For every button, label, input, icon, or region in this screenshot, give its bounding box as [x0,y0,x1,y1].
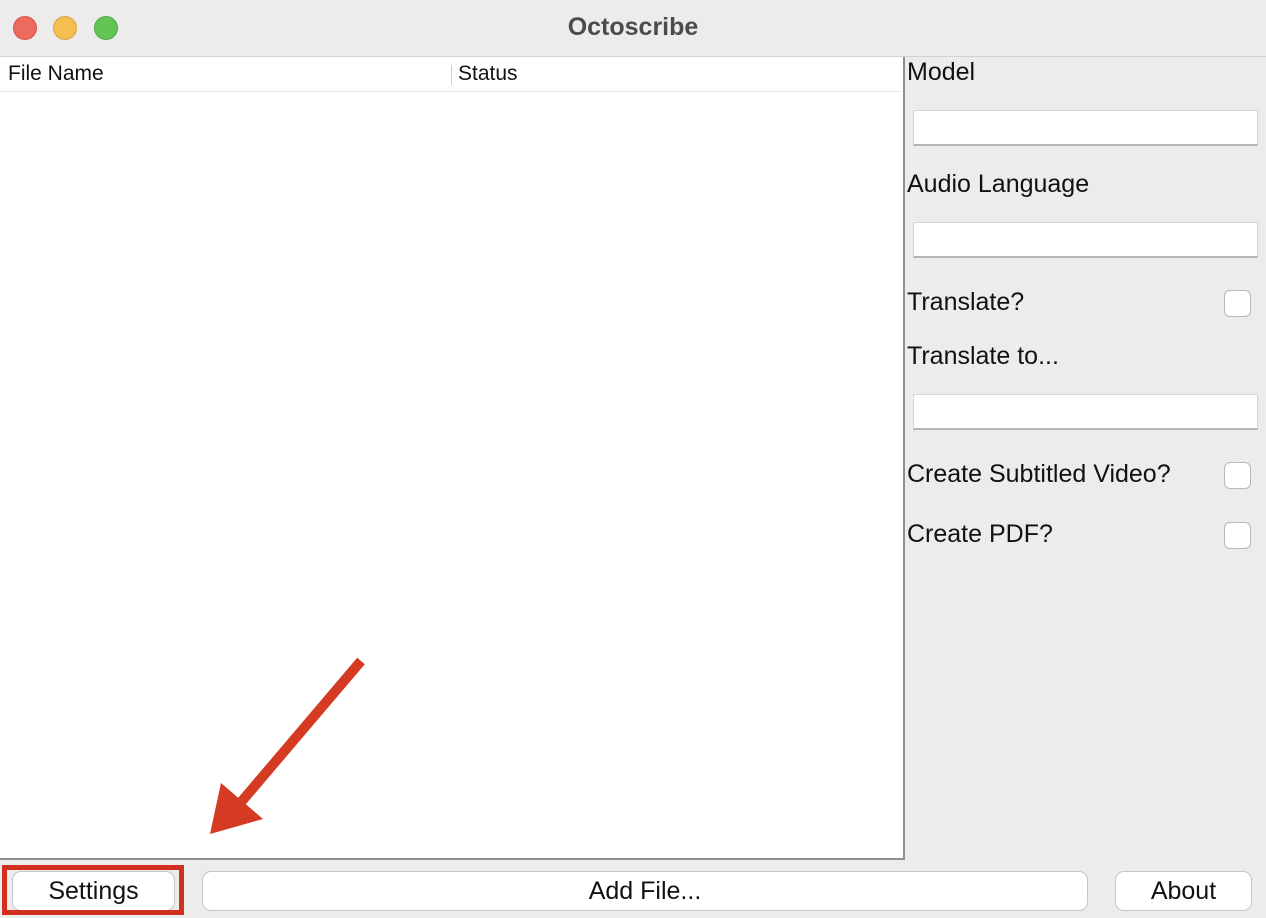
window-title: Octoscribe [567,13,699,41]
create-pdf-checkbox[interactable] [1224,522,1251,549]
model-label: Model [907,58,976,86]
file-table[interactable]: File Name Status [0,57,905,860]
audio-language-field[interactable] [913,222,1258,258]
subtitled-video-checkbox[interactable] [1224,462,1251,489]
audio-language-label: Audio Language [907,170,1090,198]
about-button[interactable]: About [1115,871,1252,911]
app-window: Octoscribe File Name Status Model Audio … [0,0,1266,918]
translate-label: Translate? [907,288,1025,316]
model-field[interactable] [913,110,1258,146]
column-divider[interactable] [451,65,452,85]
column-header-file-name[interactable]: File Name [8,62,104,86]
add-file-button[interactable]: Add File... [202,871,1088,911]
subtitled-video-label: Create Subtitled Video? [907,460,1171,488]
title-bar: Octoscribe [0,0,1266,57]
translate-to-field[interactable] [913,394,1258,430]
settings-highlight-box [2,865,184,915]
create-pdf-label: Create PDF? [907,520,1053,548]
table-header: File Name Status [0,57,900,92]
column-header-status[interactable]: Status [458,62,518,86]
translate-checkbox[interactable] [1224,290,1251,317]
translate-to-label: Translate to... [907,342,1059,370]
